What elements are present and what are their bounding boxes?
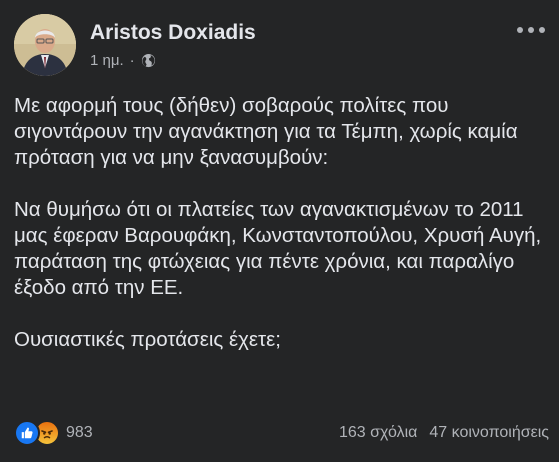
engagement-stats: 163 σχόλια 47 κοινοποιήσεις	[339, 424, 549, 442]
shares-count-link[interactable]: 47 κοινοποιήσεις	[429, 424, 549, 442]
avatar-photo	[14, 14, 76, 76]
comments-count-link[interactable]: 163 σχόλια	[339, 424, 417, 442]
post-header: Aristos Doxiadis 1 ημ. ·	[14, 14, 545, 78]
post-paragraph: Ουσιαστικές προτάσεις έχετε;	[14, 328, 281, 351]
post-body: Με αφορμή τους (δήθεν) σοβαρούς πολίτες …	[14, 93, 549, 379]
more-options-button[interactable]	[517, 20, 545, 40]
more-dot	[517, 27, 523, 33]
like-icon	[14, 420, 40, 446]
reaction-count: 983	[66, 424, 93, 441]
meta-separator: ·	[129, 52, 135, 69]
post-meta: 1 ημ. ·	[90, 52, 156, 69]
post-paragraph: Να θυμήσω ότι οι πλατείες των αγανακτισμ…	[14, 198, 542, 299]
post-time[interactable]: 1 ημ.	[90, 52, 124, 69]
facebook-post: Aristos Doxiadis 1 ημ. · Με αφορμή τους …	[0, 0, 559, 462]
reactions-summary[interactable]: 983	[14, 420, 93, 446]
avatar[interactable]	[14, 14, 76, 76]
more-dot	[539, 27, 545, 33]
post-footer: 983 163 σχόλια 47 κοινοποιήσεις	[14, 418, 549, 448]
post-paragraph: Με αφορμή τους (δήθεν) σοβαρούς πολίτες …	[14, 94, 518, 169]
more-dot	[528, 27, 534, 33]
globe-icon[interactable]	[141, 53, 156, 68]
author-name[interactable]: Aristos Doxiadis	[90, 21, 256, 45]
